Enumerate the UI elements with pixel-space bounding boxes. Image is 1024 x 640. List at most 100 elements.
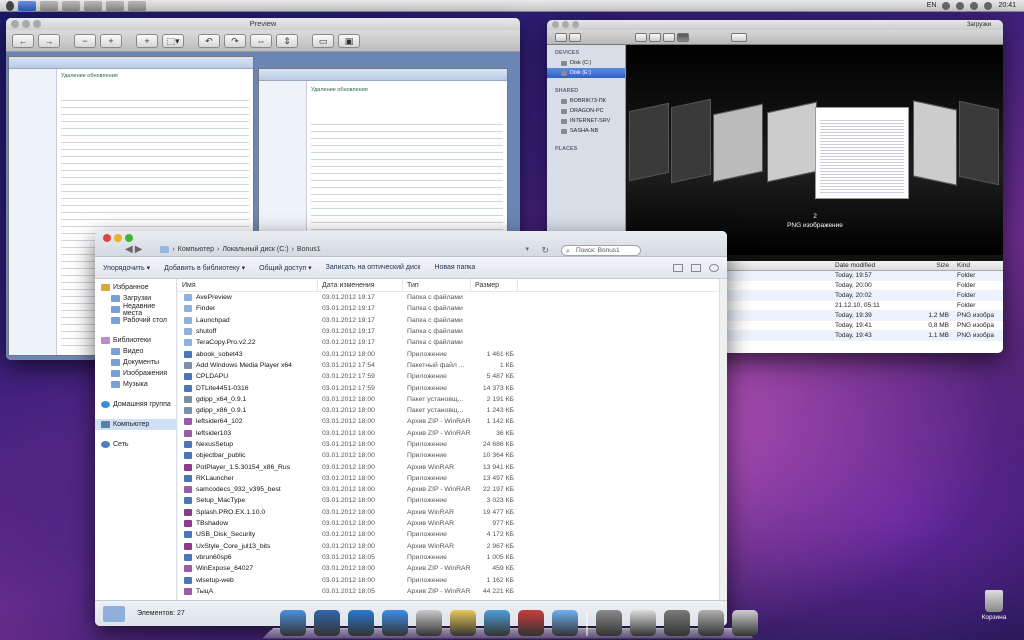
forward-arrow-icon[interactable]: ▶: [135, 244, 143, 255]
file-row[interactable]: samcodecs_932_v395_best 03.01.2012 18:00 А…: [178, 484, 727, 495]
nav-pictures[interactable]: Изображения: [95, 368, 176, 379]
file-row[interactable]: NexusSetup 03.01.2012 18:00 Приложение 24 6…: [178, 439, 727, 450]
nav-desktop[interactable]: Рабочий стол: [95, 315, 176, 326]
text-editor-icon[interactable]: [484, 610, 510, 636]
nav-libraries[interactable]: Библиотеки: [95, 335, 176, 346]
close-button[interactable]: [552, 21, 559, 28]
file-row[interactable]: AvePreview 03.01.2012 19:17 Папка с файлам…: [178, 292, 727, 303]
system-preferences-icon[interactable]: [664, 610, 690, 636]
nav-homegroup[interactable]: Домашняя группа: [95, 399, 176, 410]
taskbar-app-icon[interactable]: [40, 0, 58, 11]
notes-icon[interactable]: [450, 610, 476, 636]
file-row[interactable]: TBshadow 03.01.2012 18:00 Архив WinRAR 977 …: [178, 518, 727, 529]
network-icon[interactable]: [956, 1, 965, 10]
nav-computer[interactable]: Компьютер: [95, 419, 176, 430]
power-icon[interactable]: [970, 1, 979, 10]
zoom-button[interactable]: [125, 234, 133, 242]
forward-button[interactable]: [569, 32, 581, 42]
nav-network[interactable]: Сеть: [95, 439, 176, 450]
file-row[interactable]: objectbar_public 03.01.2012 18:00 Приложен…: [178, 450, 727, 461]
sidebar-item-shared[interactable]: DRAGON-PC: [547, 106, 625, 116]
breadcrumb-item[interactable]: Локальный диск (C:): [222, 246, 288, 253]
sidebar-item-disk-c[interactable]: Disk (C:): [547, 58, 625, 68]
file-row[interactable]: shutoff 03.01.2012 19:17 Папка с файлами: [178, 326, 727, 337]
nav-documents[interactable]: Документы: [95, 357, 176, 368]
file-row[interactable]: abook_sobet43 03.01.2012 18:00 Приложение 1…: [178, 348, 727, 359]
preview-pane-icon[interactable]: [691, 263, 701, 272]
chat-icon[interactable]: [552, 610, 578, 636]
dashboard-icon[interactable]: [314, 610, 340, 636]
coverflow-item[interactable]: [767, 101, 817, 183]
breadcrumb-item[interactable]: Bonus1: [297, 246, 321, 253]
coverflow-item[interactable]: [629, 102, 669, 182]
forward-button[interactable]: →: [38, 33, 60, 48]
back-button[interactable]: ←: [12, 33, 34, 48]
sidebar-item-disk-e[interactable]: Disk (E:): [547, 68, 625, 78]
explorer-titlebar[interactable]: ◀ ▶ › Компьютер › Локальный диск (C:) › …: [95, 231, 727, 257]
volume-icon[interactable]: [942, 1, 951, 10]
close-button[interactable]: [103, 234, 111, 242]
back-button[interactable]: [555, 32, 567, 42]
file-row[interactable]: WinExpose_64027 03.01.2012 18:00 Архив ZIP…: [178, 563, 727, 574]
file-row[interactable]: vbrun60sp6 03.01.2012 18:05 Приложение 1 00…: [178, 552, 727, 563]
sidebar-item-shared[interactable]: INTERNET-SRV: [547, 116, 625, 126]
file-row[interactable]: DTLite4451-0316 03.01.2012 17:59 Приложени…: [178, 382, 727, 393]
file-row[interactable]: PotPlayer_1.5.30154_x86_Rus 03.01.2012 18…: [178, 461, 727, 472]
view-options-icon[interactable]: [673, 263, 683, 272]
apple-icon[interactable]: [6, 0, 14, 11]
coverflow-item[interactable]: [671, 98, 711, 184]
dock-trash-icon[interactable]: [732, 610, 758, 636]
back-arrow-icon[interactable]: ◀: [125, 244, 133, 255]
nav-videos[interactable]: Видео: [95, 346, 176, 357]
file-row[interactable]: RKLauncher 03.01.2012 18:00 Приложение 13 4…: [178, 473, 727, 484]
file-row[interactable]: Splash.PRO.EX.1.10.0 03.01.2012 18:00 Архи…: [178, 507, 727, 518]
column-date[interactable]: Дата изменения: [318, 278, 403, 292]
mail-icon[interactable]: [416, 610, 442, 636]
zoom-button[interactable]: [572, 21, 579, 28]
coverflow-item[interactable]: [959, 100, 999, 186]
sidebar-toggle-button[interactable]: ▣: [338, 33, 360, 48]
coverflow-current-item[interactable]: [815, 107, 909, 199]
media-player-icon[interactable]: [348, 610, 374, 636]
taskbar-app-icon[interactable]: [62, 0, 80, 11]
column-size[interactable]: Размер: [471, 278, 518, 292]
taskbar-app-icon[interactable]: [106, 0, 124, 11]
rotate-left-button[interactable]: ↶: [198, 33, 220, 48]
help-icon[interactable]: [709, 263, 719, 272]
file-row[interactable]: Launchpad 03.01.2012 19:17 Папка с файлами: [178, 315, 727, 326]
zoom-out-button[interactable]: −: [74, 33, 96, 48]
coverflow-item[interactable]: [713, 103, 763, 183]
file-row[interactable]: TeraCopy.Pro.v2.22 03.01.2012 19:17 Папка …: [178, 337, 727, 348]
file-row[interactable]: USB_Disk_Security 03.01.2012 18:00 Приложе…: [178, 529, 727, 540]
file-row[interactable]: wlsetup-web 03.01.2012 18:00 Приложение 1 1…: [178, 574, 727, 585]
calculator-icon[interactable]: [630, 610, 656, 636]
zoom-in-button[interactable]: +: [100, 33, 122, 48]
add-button[interactable]: +: [136, 33, 158, 48]
minimize-button[interactable]: [22, 20, 30, 28]
action-center-icon[interactable]: [984, 1, 993, 10]
rotate-right-button[interactable]: ↷: [224, 33, 246, 48]
file-row[interactable]: gdipp_x64_0.9.1 03.01.2012 18:00 Пакет уст…: [178, 394, 727, 405]
burn-button[interactable]: Записать на оптический диск: [326, 264, 421, 271]
file-row[interactable]: Finder 03.01.2012 19:17 Папка с файлами: [178, 303, 727, 314]
select-tool-button[interactable]: ⬚▾: [162, 33, 184, 48]
browser-icon[interactable]: [382, 610, 408, 636]
column-name[interactable]: Имя: [178, 278, 318, 292]
utilities-icon[interactable]: [596, 610, 622, 636]
close-button[interactable]: [11, 20, 19, 28]
search-input[interactable]: ⌕ Поиск: Bonus1: [561, 245, 641, 256]
list-view-button[interactable]: [649, 32, 661, 42]
sidebar-item-shared[interactable]: SASHA-NB: [547, 126, 625, 136]
breadcrumb-dropdown-icon[interactable]: ▾: [525, 245, 529, 253]
nav-recent-places[interactable]: Недавние места: [95, 303, 176, 317]
nav-favorites[interactable]: Избранное: [95, 282, 176, 293]
desktop-trash[interactable]: Корзина: [977, 590, 1011, 621]
zoom-button[interactable]: [33, 20, 41, 28]
file-row[interactable]: CPLDAPU 03.01.2012 17:59 Приложение 5 487 К…: [178, 371, 727, 382]
slideshow-button[interactable]: ▭: [312, 33, 334, 48]
icon-view-button[interactable]: [635, 32, 647, 42]
new-folder-button[interactable]: Новая папка: [434, 264, 475, 271]
file-row[interactable]: gdipp_x86_0.9.1 03.01.2012 18:00 Пакет уст…: [178, 405, 727, 416]
explorer-taskbar-icon[interactable]: [18, 0, 36, 11]
refresh-icon[interactable]: ↻: [541, 245, 549, 256]
